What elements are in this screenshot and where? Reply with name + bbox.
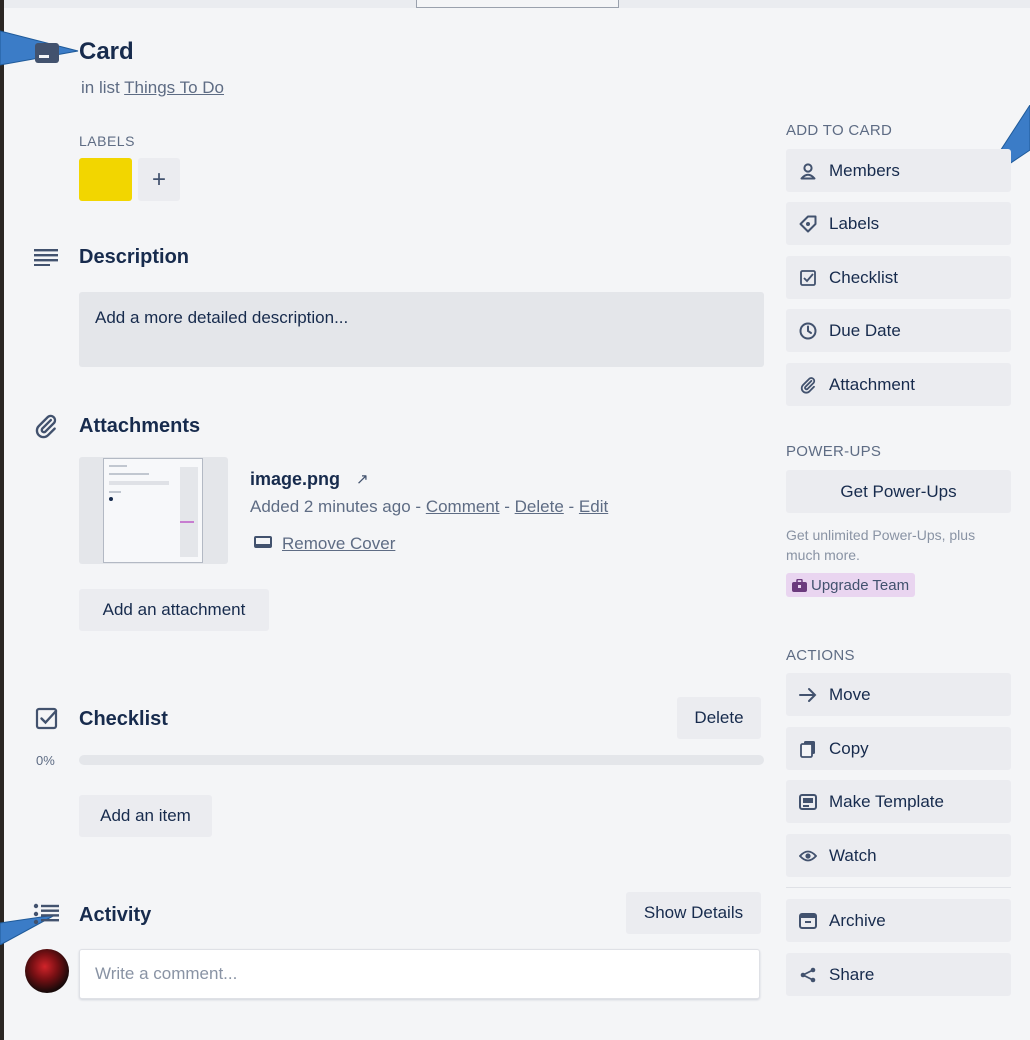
copy-button[interactable]: Copy [786,727,1011,770]
paperclip-icon [798,375,818,395]
template-icon [798,792,818,812]
arrow-right-icon [798,685,818,705]
person-icon [798,161,818,181]
attachments-heading: Attachments [79,415,201,437]
card-title[interactable]: Card [79,38,134,66]
watch-label: Watch [829,845,877,865]
activity-icon [33,903,61,930]
members-button[interactable]: Members [786,149,1011,192]
members-label: Members [829,160,900,180]
show-details-button[interactable]: Show Details [626,892,761,934]
upgrade-team-label: Upgrade Team [811,576,910,594]
activity-heading: Activity [79,904,152,926]
attachment-label: Attachment [829,374,915,394]
checklist-progress-bar [79,755,764,765]
attachment-file-name[interactable]: image.png [250,469,340,490]
card-icon [34,42,60,69]
label-yellow[interactable] [79,158,132,201]
add-to-card-heading: ADD TO CARD [786,122,893,139]
comment-input[interactable] [79,949,760,999]
labels-label: Labels [829,213,880,233]
attachment-comment-link[interactable]: Comment [426,497,500,516]
separator: - [504,497,510,516]
description-icon [34,248,60,271]
top-tab [416,0,619,8]
move-label: Move [829,684,871,704]
checkbox-icon [798,268,818,288]
remove-cover-link[interactable]: Remove Cover [282,534,395,554]
archive-button[interactable]: Archive [786,899,1011,942]
separator: - [568,497,575,516]
checklist-icon [35,707,59,736]
power-ups-hint: Get unlimited Power-Ups, plus much more. [786,527,976,563]
attachment-delete-link[interactable]: Delete [515,497,564,516]
description-field[interactable]: Add a more detailed description... [79,292,764,367]
make-template-button[interactable]: Make Template [786,780,1011,823]
external-link-icon[interactable]: ↗ [356,470,369,488]
actions-heading: ACTIONS [786,647,855,664]
checklist-heading: Checklist [79,708,168,730]
checklist-button[interactable]: Checklist [786,256,1011,299]
due-date-button[interactable]: Due Date [786,309,1011,352]
description-heading: Description [79,246,190,268]
list-link[interactable]: Things To Do [124,78,224,97]
eye-icon [798,846,818,866]
power-ups-heading: POWER-UPS [786,443,882,460]
make-template-label: Make Template [829,791,944,811]
thumbnail-preview [103,458,203,563]
watch-button[interactable]: Watch [786,834,1011,877]
copy-icon [798,739,818,759]
add-attachment-button[interactable]: Add an attachment [79,589,269,631]
card-list-info: in list Things To Do [81,78,224,98]
actions-divider [786,887,1011,888]
share-icon [798,965,818,985]
move-button[interactable]: Move [786,673,1011,716]
labels-heading: LABELS [79,133,135,149]
labels-button[interactable]: Labels [786,202,1011,245]
upgrade-team-button[interactable]: Upgrade Team [786,573,916,597]
separator: - [415,497,422,516]
get-power-ups-button[interactable]: Get Power-Ups [786,470,1011,513]
list-prefix: in list [81,78,120,97]
due-date-label: Due Date [829,320,901,340]
checklist-label: Checklist [829,267,898,287]
attachment-thumbnail[interactable] [79,457,228,564]
paperclip-icon [33,413,59,444]
delete-checklist-button[interactable]: Delete [677,697,761,739]
copy-label: Copy [829,738,869,758]
add-label-button[interactable]: + [138,158,180,201]
attachment-edit-link[interactable]: Edit [579,497,608,516]
share-button[interactable]: Share [786,953,1011,996]
clock-icon [798,321,818,341]
avatar[interactable] [25,949,69,993]
attachment-button[interactable]: Attachment [786,363,1011,406]
tag-icon [798,214,818,234]
cover-icon [254,536,272,555]
share-label: Share [829,964,875,984]
background-edge [0,0,4,1040]
archive-icon [798,911,818,931]
attachment-added: Added 2 minutes ago [250,497,411,516]
archive-label: Archive [829,910,886,930]
add-checklist-item-button[interactable]: Add an item [79,795,212,837]
checklist-progress-percent: 0% [36,753,55,768]
briefcase-icon [792,578,807,592]
attachment-meta: Added 2 minutes ago - Comment - Delete -… [250,497,608,517]
